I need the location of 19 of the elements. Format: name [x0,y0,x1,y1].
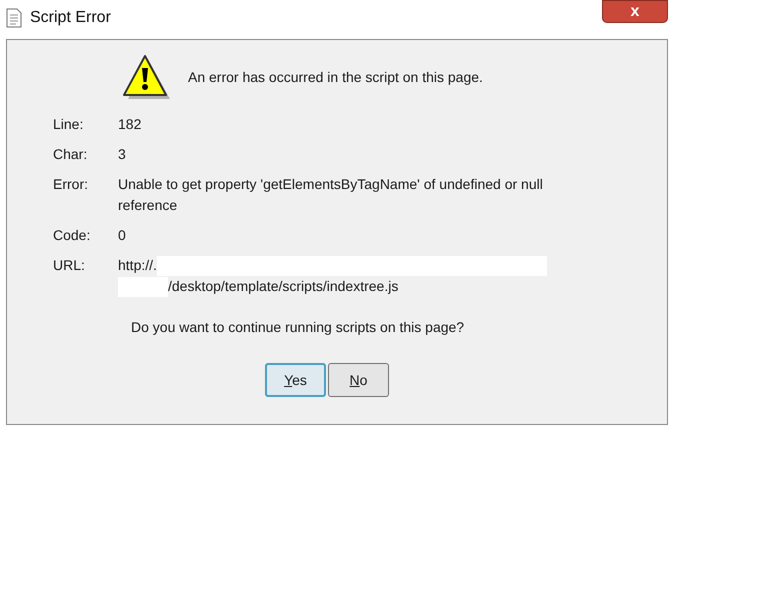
detail-label: Line: [53,115,84,134]
detail-value: http://. [118,256,157,275]
detail-label: Error: [53,175,89,194]
dialog-button[interactable]: No [328,363,389,397]
warning-icon [122,54,170,100]
detail-value: /desktop/template/scripts/indextree.js [168,277,398,296]
question-text: Do you want to continue running scripts on this page? [131,318,466,337]
dialog-button[interactable]: Yes [265,363,326,397]
document-icon [6,8,22,28]
detail-label: Char: [53,145,88,164]
detail-value: 0 [118,226,126,245]
detail-label: URL: [53,256,86,275]
detail-value: 3 [118,145,126,164]
close-button[interactable]: x [602,0,668,23]
detail-label: Code: [53,226,92,245]
error-message: An error has occurred in the script on this page. [188,68,483,87]
window-title: Script Error [30,8,111,28]
detail-value: Unable to get property 'getElementsByTagName' of undefined or null reference [118,175,544,215]
detail-value: 182 [118,115,142,134]
